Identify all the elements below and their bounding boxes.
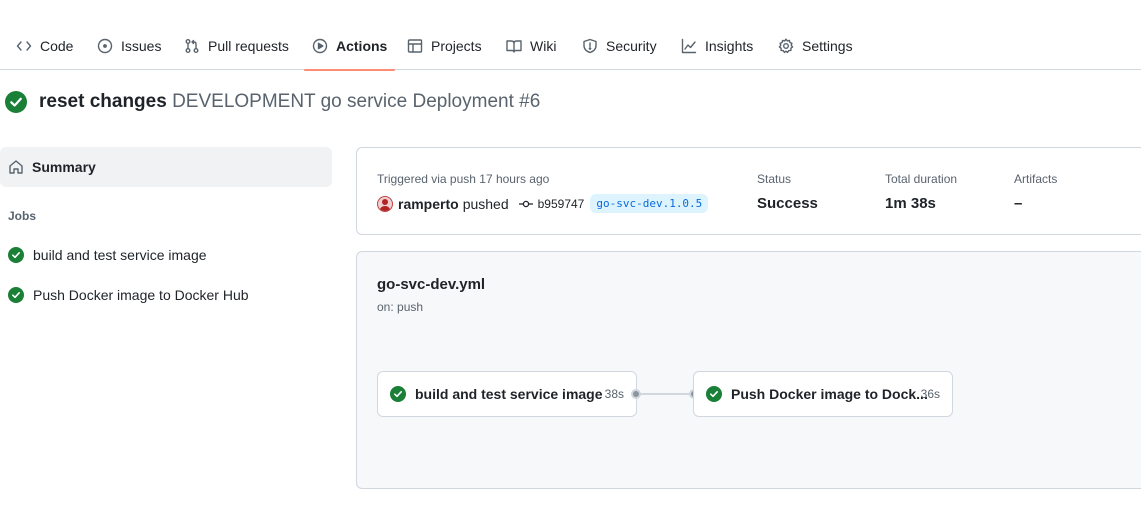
status-label: Status: [757, 172, 792, 186]
run-summary-box: Triggered via push 17 hours ago ramperto…: [356, 147, 1141, 235]
tab-security[interactable]: Security: [582, 22, 657, 70]
artifacts-label: Artifacts: [1014, 172, 1058, 186]
sidebar-item-summary[interactable]: Summary: [0, 147, 332, 187]
graph-job-push-docker[interactable]: Push Docker image to Dock... 36s: [693, 371, 953, 417]
graph-job-build[interactable]: build and test service image 38s: [377, 371, 637, 417]
tab-code[interactable]: Code: [16, 22, 73, 70]
sidebar-job-label: Push Docker image to Docker Hub: [33, 287, 249, 303]
sidebar-job-label: build and test service image: [33, 247, 207, 263]
shield-icon: [583, 38, 597, 54]
job-connector-line: [636, 393, 694, 395]
tab-issues[interactable]: Issues: [97, 22, 161, 70]
check-circle-fill-icon: [706, 386, 722, 402]
duration-value: 1m 38s: [885, 195, 936, 212]
tab-pull-requests[interactable]: Pull requests: [184, 22, 289, 70]
table-icon: [407, 39, 423, 53]
commit-sha-link[interactable]: b959747: [538, 197, 585, 211]
workflow-graph: go-svc-dev.yml on: push build and test s…: [356, 251, 1141, 489]
graph-icon: [681, 38, 697, 54]
trigger-details: ramperto pushed b959747 go-svc-dev.1.0.5: [377, 194, 709, 213]
repo-nav-tabs: Code Issues Pull requests Actions Projec…: [0, 22, 1141, 71]
workflow-run-title: DEVELOPMENT go service Deployment #6: [172, 91, 541, 112]
tab-wiki[interactable]: Wiki: [506, 22, 556, 70]
duration-label: Total duration: [885, 172, 958, 186]
tab-code-label: Code: [40, 38, 74, 54]
git-pull-request-icon: [185, 39, 199, 53]
workflow-file-name[interactable]: go-svc-dev.yml: [377, 276, 485, 293]
git-commit-icon: [518, 200, 533, 207]
graph-job-name: Push Docker image to Dock...: [731, 386, 928, 402]
ref-badge[interactable]: go-svc-dev.1.0.5: [590, 194, 709, 213]
home-icon: [9, 160, 23, 174]
code-icon: [16, 41, 32, 51]
book-icon: [506, 40, 522, 53]
tab-projects[interactable]: Projects: [407, 22, 482, 70]
job-output-node: [631, 389, 641, 399]
graph-job-duration: 38s: [604, 387, 624, 401]
avatar[interactable]: [377, 195, 393, 212]
artifacts-value: –: [1014, 195, 1023, 212]
sidebar-job-build[interactable]: build and test service image: [8, 245, 207, 265]
run-title-text: reset changes DEVELOPMENT go service Dep…: [39, 91, 540, 113]
sidebar-job-push-docker[interactable]: Push Docker image to Docker Hub: [8, 285, 249, 305]
tab-issues-label: Issues: [121, 38, 162, 54]
repo-breadcrumb-cropped: [40, 0, 160, 2]
jobs-heading: Jobs: [8, 209, 37, 223]
check-circle-fill-icon: [8, 247, 24, 263]
graph-job-duration: 36s: [920, 387, 940, 401]
tab-pull-requests-label: Pull requests: [208, 38, 289, 54]
commit-message: reset changes: [39, 91, 167, 112]
play-icon: [312, 38, 328, 54]
tab-projects-label: Projects: [431, 38, 482, 54]
issue-opened-icon: [97, 38, 113, 54]
tab-actions-label: Actions: [336, 38, 388, 54]
tab-insights[interactable]: Insights: [681, 22, 753, 70]
sidebar-summary-label: Summary: [32, 159, 96, 175]
check-circle-fill-icon: [8, 287, 24, 303]
graph-job-name: build and test service image: [415, 386, 603, 402]
push-action-text: pushed: [462, 195, 509, 212]
run-title: reset changes DEVELOPMENT go service Dep…: [5, 91, 540, 113]
status-value: Success: [757, 195, 818, 212]
gear-icon: [778, 38, 794, 54]
trigger-text: Triggered via push 17 hours ago: [377, 172, 550, 186]
actor-link[interactable]: ramperto: [398, 196, 459, 212]
tab-insights-label: Insights: [705, 38, 754, 54]
tab-settings-label: Settings: [802, 38, 853, 54]
tab-security-label: Security: [606, 38, 657, 54]
tab-actions[interactable]: Actions: [303, 22, 396, 71]
tab-wiki-label: Wiki: [530, 38, 557, 54]
check-circle-fill-icon: [5, 91, 27, 113]
check-circle-fill-icon: [390, 386, 406, 402]
workflow-trigger: on: push: [377, 300, 424, 314]
tab-settings[interactable]: Settings: [778, 22, 853, 70]
